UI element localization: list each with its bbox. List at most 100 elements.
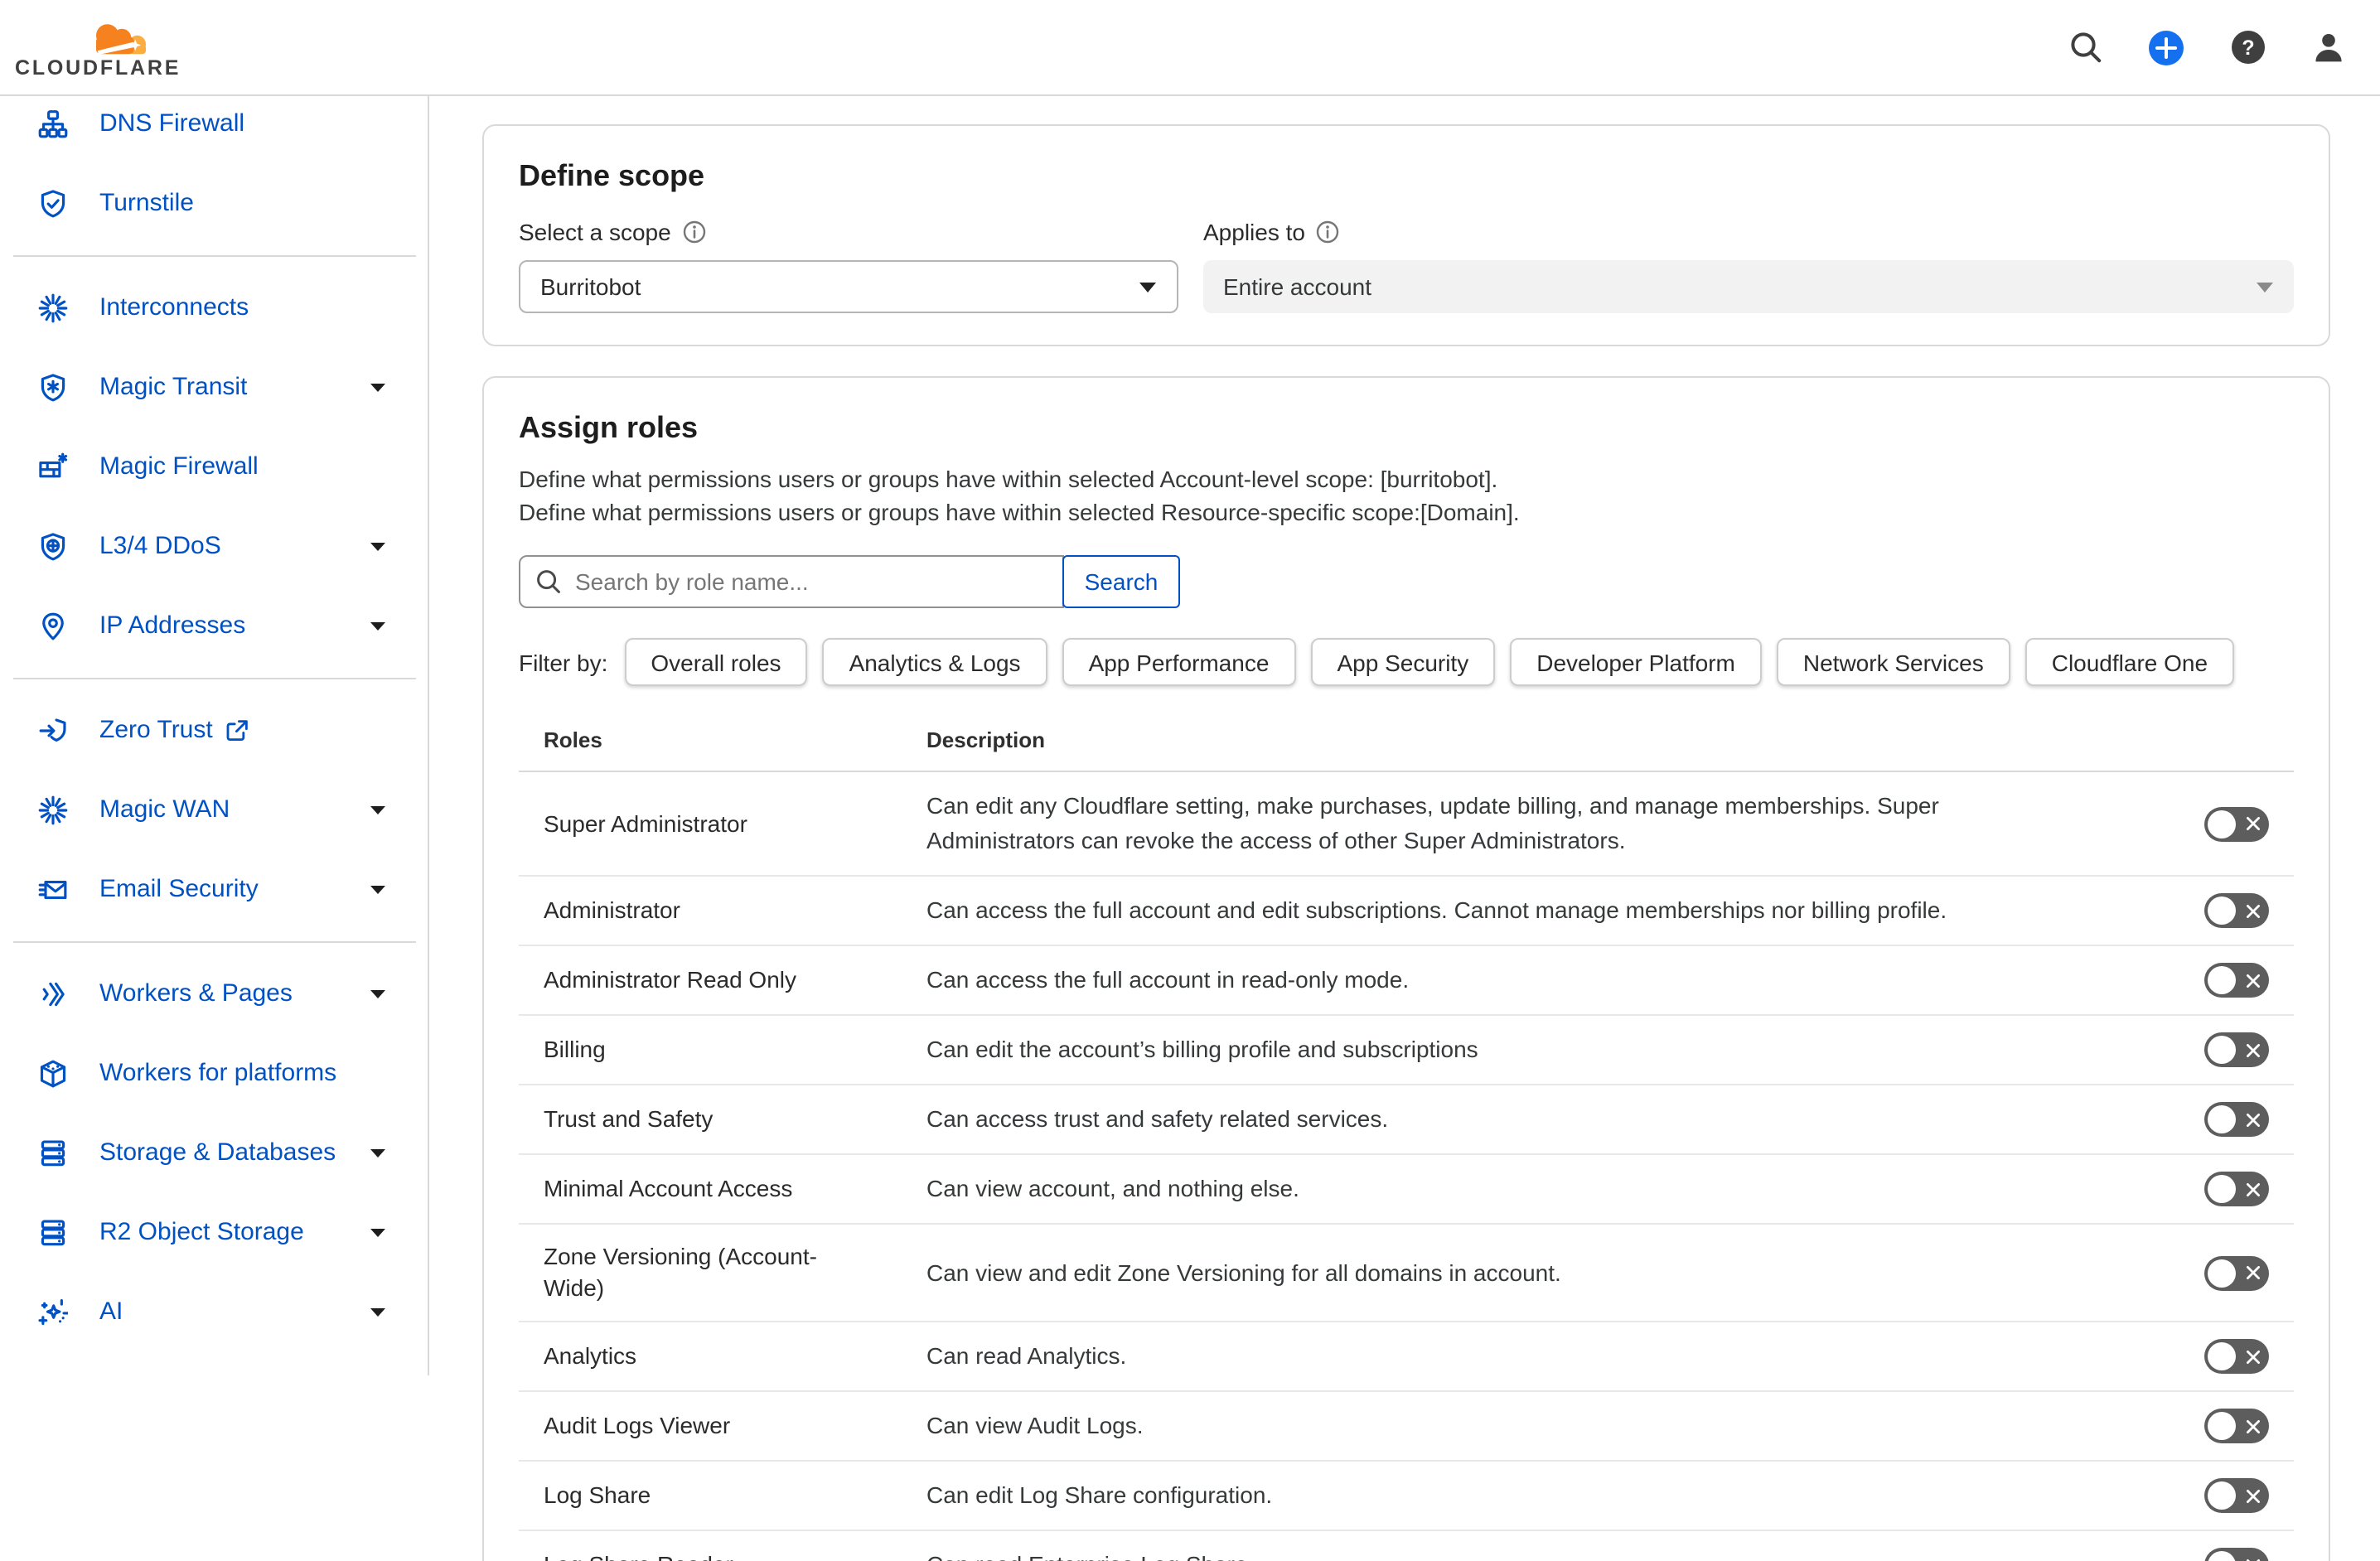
sidebar-item-dns-firewall[interactable]: DNS Firewall <box>0 96 429 164</box>
role-name-cell: Analytics <box>519 1341 926 1372</box>
sidebar-item-label: Workers for platforms <box>99 1059 336 1089</box>
toggle-x-icon <box>2246 1558 2261 1561</box>
filter-button-app-security[interactable]: App Security <box>1310 638 1495 686</box>
role-description-cell: Can edit the account’s billing profile a… <box>926 1032 2204 1067</box>
role-toggle[interactable] <box>2204 1032 2269 1067</box>
role-description-cell: Can access the full account and edit sub… <box>926 893 2204 928</box>
define-scope-title: Define scope <box>519 157 2294 194</box>
role-toggle[interactable] <box>2204 1409 2269 1443</box>
sidebar-item-email-security[interactable]: Email Security <box>0 850 429 930</box>
role-name: Log Share Reader <box>544 1549 733 1561</box>
ai-sparkles-icon <box>38 1298 68 1327</box>
sidebar-item-zero-trust[interactable]: Zero Trust <box>0 691 429 771</box>
define-scope-card: Define scope Select a scope <box>482 124 2330 346</box>
role-description-cell: Can view account, and nothing else. <box>926 1172 2204 1206</box>
filter-button-cloudflare-one[interactable]: Cloudflare One <box>2025 638 2234 686</box>
top-bar: CLOUDFLARE ? <box>0 0 2380 96</box>
role-toggle-cell <box>2204 1339 2294 1374</box>
assign-roles-desc-line2: Define what permissions users or groups … <box>519 495 2294 529</box>
sidebar-item-label: Storage & Databases <box>99 1138 336 1168</box>
zero-trust-icon <box>38 716 68 746</box>
workers-platforms-icon <box>38 1059 68 1089</box>
sidebar-item-interconnects[interactable]: Interconnects <box>0 268 429 348</box>
user-icon[interactable] <box>2310 29 2347 65</box>
table-row: Trust and SafetyCan access trust and saf… <box>519 1085 2294 1155</box>
filter-button-network-services[interactable]: Network Services <box>1777 638 2010 686</box>
sidebar-item-magic-wan[interactable]: Magic WAN <box>0 771 429 850</box>
role-search-input[interactable] <box>575 568 1046 595</box>
role-name-cell: Log Share Reader <box>519 1549 926 1561</box>
chevron-down-icon <box>370 805 386 815</box>
sidebar-item-label: DNS Firewall <box>99 109 244 139</box>
role-toggle[interactable] <box>2204 1102 2269 1137</box>
role-description-cell: Can edit any Cloudflare setting, make pu… <box>926 789 2204 858</box>
toggle-x-icon <box>2246 1488 2261 1503</box>
role-toggle[interactable] <box>2204 1255 2269 1290</box>
applies-to-field: Applies to Entire account <box>1203 217 2294 313</box>
role-toggle[interactable] <box>2204 963 2269 998</box>
applies-to-label: Applies to <box>1203 217 2294 245</box>
table-row: Log ShareCan edit Log Share configuratio… <box>519 1462 2294 1531</box>
role-name-cell: Administrator Read Only <box>519 964 926 996</box>
r2-object-storage-icon <box>38 1218 68 1248</box>
role-toggle-cell <box>2204 893 2294 928</box>
filter-button-developer-platform[interactable]: Developer Platform <box>1510 638 1762 686</box>
help-icon[interactable]: ? <box>2229 29 2266 65</box>
column-header-description: Description <box>926 726 2294 754</box>
role-toggle[interactable] <box>2204 1478 2269 1513</box>
assign-roles-desc-line1: Define what permissions users or groups … <box>519 462 2294 495</box>
role-toggle[interactable] <box>2204 1172 2269 1206</box>
sidebar-item-r2-object-storage[interactable]: R2 Object Storage <box>0 1193 429 1273</box>
toggle-x-icon <box>2246 903 2261 918</box>
sidebar-item-workers-pages[interactable]: Workers & Pages <box>0 954 429 1034</box>
role-name: Minimal Account Access <box>544 1173 792 1205</box>
turnstile-icon <box>38 189 68 219</box>
sidebar-section-divider <box>13 941 416 943</box>
applies-to-select[interactable]: Entire account <box>1203 260 2294 313</box>
role-toggle[interactable] <box>2204 893 2269 928</box>
roles-table-header: Roles Description <box>519 726 2294 772</box>
page-layout: DNS FirewallTurnstileInterconnectsMagic … <box>0 96 2380 1561</box>
filter-button-overall-roles[interactable]: Overall roles <box>624 638 807 686</box>
scope-select[interactable]: Burritobot <box>519 260 1178 313</box>
filter-button-app-performance[interactable]: App Performance <box>1062 638 1296 686</box>
chevron-down-icon <box>370 1228 386 1238</box>
add-icon[interactable] <box>2148 29 2184 65</box>
sidebar-item-ai[interactable]: AI <box>0 1273 429 1352</box>
role-name-cell: Billing <box>519 1034 926 1066</box>
role-description-cell: Can access trust and safety related serv… <box>926 1102 2204 1137</box>
info-icon[interactable] <box>683 220 706 243</box>
filter-button-analytics-logs[interactable]: Analytics & Logs <box>823 638 1047 686</box>
role-toggle[interactable] <box>2204 806 2269 841</box>
external-link-icon <box>226 719 249 742</box>
sidebar-item-storage-databases[interactable]: Storage & Databases <box>0 1114 429 1193</box>
sidebar-item-workers-for-platforms[interactable]: Workers for platforms <box>0 1034 429 1114</box>
sidebar-item-ip-addresses[interactable]: IP Addresses <box>0 587 429 666</box>
role-description: Can access the full account in read-only… <box>926 963 1409 998</box>
sidebar-item-turnstile[interactable]: Turnstile <box>0 164 429 244</box>
role-name-cell: Super Administrator <box>519 808 926 839</box>
sidebar-item-magic-transit[interactable]: Magic Transit <box>0 348 429 428</box>
role-toggle-cell <box>2204 1102 2294 1137</box>
role-description-cell: Can access the full account in read-only… <box>926 963 2204 998</box>
sidebar-item-l3-4-ddos[interactable]: L3/4 DDoS <box>0 507 429 587</box>
search-button[interactable]: Search <box>1062 555 1180 608</box>
chevron-down-icon <box>370 542 386 552</box>
ip-addresses-icon <box>38 611 68 641</box>
assign-roles-description: Define what permissions users or groups … <box>519 462 2294 529</box>
toggle-x-icon <box>2246 1112 2261 1127</box>
filter-by-label: Filter by: <box>519 649 607 675</box>
role-toggle[interactable] <box>2204 1548 2269 1561</box>
role-description-cell: Can view and edit Zone Versioning for al… <box>926 1255 2204 1290</box>
role-toggle[interactable] <box>2204 1339 2269 1374</box>
top-bar-actions: ? <box>2067 29 2380 65</box>
sidebar-item-magic-firewall[interactable]: Magic Firewall <box>0 428 429 507</box>
cloudflare-dashboard: CLOUDFLARE ? <box>0 0 2380 1561</box>
search-icon[interactable] <box>2067 29 2103 65</box>
workers-pages-icon <box>38 979 68 1009</box>
table-row: AdministratorCan access the full account… <box>519 877 2294 946</box>
info-icon[interactable] <box>1317 220 1340 243</box>
role-name: Audit Logs Viewer <box>544 1410 730 1442</box>
cloudflare-logo[interactable]: CLOUDFLARE <box>15 17 181 78</box>
toggle-knob <box>2208 1036 2236 1064</box>
